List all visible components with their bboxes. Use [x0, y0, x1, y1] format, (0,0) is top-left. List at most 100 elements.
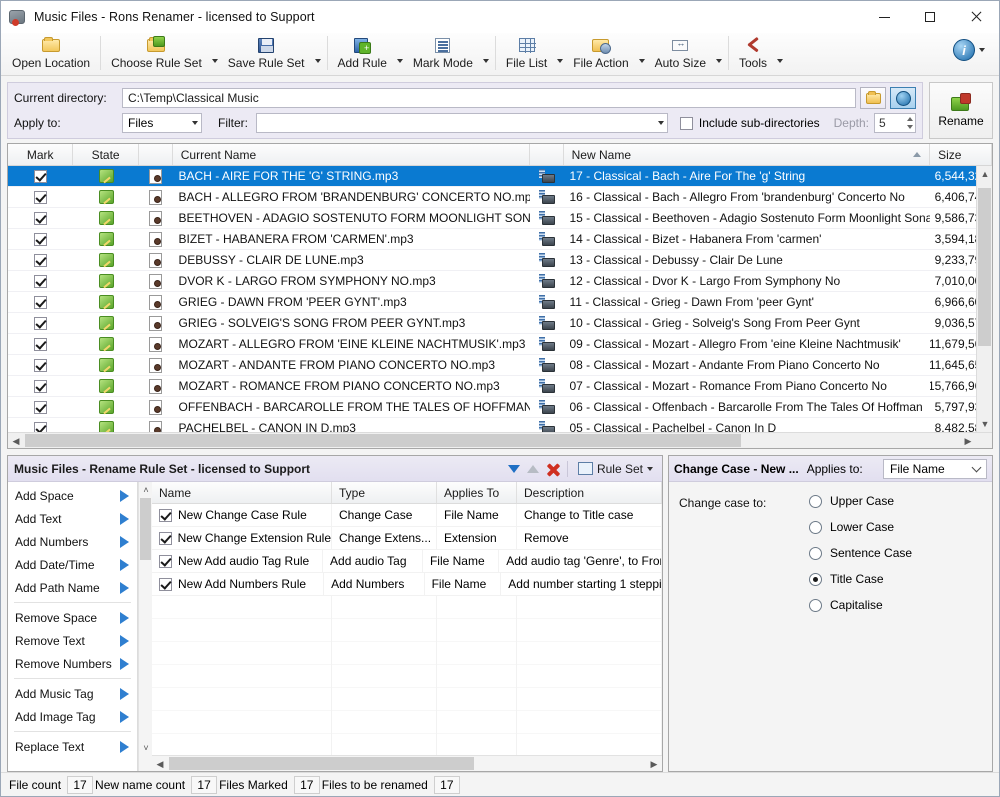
- stepper-up-icon[interactable]: [907, 117, 913, 121]
- rule-action-item[interactable]: Add Path Name: [8, 576, 137, 599]
- column-header-size[interactable]: Size: [930, 144, 992, 165]
- close-button[interactable]: [953, 1, 999, 33]
- mark-mode-dropdown[interactable]: [480, 33, 492, 75]
- row-mark-checkbox[interactable]: [8, 292, 73, 312]
- row-mark-checkbox[interactable]: [8, 166, 73, 186]
- filter-input[interactable]: [256, 113, 668, 133]
- row-mark-checkbox[interactable]: [8, 271, 73, 291]
- checkbox-box[interactable]: [159, 555, 172, 568]
- expand-arrow-icon[interactable]: [120, 612, 129, 624]
- table-row[interactable]: DEBUSSY - CLAIR DE LUNE.mp313 - Classica…: [8, 250, 992, 270]
- row-mark-checkbox[interactable]: [8, 397, 73, 417]
- vertical-scroll-thumb[interactable]: [978, 188, 991, 346]
- add-rule-dropdown[interactable]: [394, 33, 406, 75]
- rules-horizontal-scrollbar[interactable]: ◀ ▶: [152, 755, 662, 771]
- rules-column-type[interactable]: Type: [332, 482, 437, 503]
- change-case-option[interactable]: Upper Case: [809, 494, 912, 508]
- expand-arrow-icon[interactable]: [120, 711, 129, 723]
- save-rule-set-button[interactable]: Save Rule Set: [221, 33, 312, 75]
- file-list-button[interactable]: File List: [499, 33, 554, 75]
- table-row[interactable]: GRIEG - DAWN FROM 'PEER GYNT'.mp311 - Cl…: [8, 292, 992, 312]
- rule-action-item[interactable]: Add Text: [8, 507, 137, 530]
- auto-size-button[interactable]: Auto Size: [648, 33, 713, 75]
- radio-button[interactable]: [809, 495, 822, 508]
- add-rule-button[interactable]: + Add Rule: [331, 33, 394, 75]
- horizontal-scroll-thumb[interactable]: [25, 434, 741, 447]
- choose-rule-set-button[interactable]: Choose Rule Set: [104, 33, 209, 75]
- table-row[interactable]: OFFENBACH - BARCAROLLE FROM THE TALES OF…: [8, 397, 992, 417]
- rule-action-item[interactable]: Replace Text: [8, 735, 137, 758]
- rule-set-button[interactable]: Rule Set: [575, 461, 656, 477]
- rule-action-item[interactable]: Remove Space: [8, 606, 137, 629]
- expand-arrow-icon[interactable]: [120, 741, 129, 753]
- row-mark-checkbox[interactable]: [8, 250, 73, 270]
- action-scroll-thumb[interactable]: [140, 498, 151, 560]
- file-action-button[interactable]: File Action: [566, 33, 635, 75]
- info-button[interactable]: i: [953, 39, 985, 61]
- table-row[interactable]: GRIEG - SOLVEIG'S SONG FROM PEER GYNT.mp…: [8, 313, 992, 333]
- include-subdirectories-checkbox[interactable]: Include sub-directories: [680, 116, 820, 130]
- table-row[interactable]: MOZART - ALLEGRO FROM 'EINE KLEINE NACHT…: [8, 334, 992, 354]
- scroll-down-icon[interactable]: ▼: [977, 416, 993, 432]
- radio-button[interactable]: [809, 573, 822, 586]
- stepper-down-icon[interactable]: [907, 125, 913, 129]
- rule-action-item[interactable]: Add Image Tag: [8, 705, 137, 728]
- column-header-current-name[interactable]: Current Name: [173, 144, 530, 165]
- change-case-option[interactable]: Capitalise: [809, 598, 912, 612]
- rule-action-item[interactable]: Add Numbers: [8, 530, 137, 553]
- scroll-up-icon[interactable]: ˄: [139, 482, 153, 497]
- change-case-option[interactable]: Lower Case: [809, 520, 912, 534]
- scroll-up-icon[interactable]: ▲: [977, 166, 993, 182]
- column-header-state[interactable]: State: [73, 144, 138, 165]
- current-directory-input[interactable]: C:\Temp\Classical Music: [122, 88, 856, 108]
- table-row[interactable]: BEETHOVEN - ADAGIO SOSTENUTO FORM MOONLI…: [8, 208, 992, 228]
- file-list-horizontal-scrollbar[interactable]: ◀ ▶: [8, 432, 992, 448]
- checkbox-box[interactable]: [159, 509, 172, 522]
- row-mark-checkbox[interactable]: [8, 376, 73, 396]
- expand-arrow-icon[interactable]: [120, 688, 129, 700]
- rules-hscroll-thumb[interactable]: [169, 757, 474, 770]
- table-row[interactable]: MOZART - ROMANCE FROM PIANO CONCERTO NO.…: [8, 376, 992, 396]
- radio-button[interactable]: [809, 599, 822, 612]
- radio-button[interactable]: [809, 521, 822, 534]
- table-row[interactable]: BIZET - HABANERA FROM 'CARMEN'.mp314 - C…: [8, 229, 992, 249]
- row-mark-checkbox[interactable]: [8, 208, 73, 228]
- table-row[interactable]: MOZART - ANDANTE FROM PIANO CONCERTO NO.…: [8, 355, 992, 375]
- expand-arrow-icon[interactable]: [120, 559, 129, 571]
- row-mark-checkbox[interactable]: [8, 334, 73, 354]
- rule-row[interactable]: New Add Numbers RuleAdd NumbersFile Name…: [152, 573, 662, 596]
- tools-button[interactable]: Tools: [732, 33, 774, 75]
- expand-arrow-icon[interactable]: [120, 536, 129, 548]
- table-row[interactable]: DVOR K - LARGO FROM SYMPHONY NO.mp312 - …: [8, 271, 992, 291]
- scroll-down-icon[interactable]: ˅: [139, 740, 153, 755]
- rule-name-cell[interactable]: New Add Numbers Rule: [152, 573, 324, 596]
- row-mark-checkbox[interactable]: [8, 355, 73, 375]
- depth-stepper[interactable]: 5: [874, 113, 916, 133]
- column-header-type-icon[interactable]: [139, 144, 173, 165]
- expand-arrow-icon[interactable]: [120, 490, 129, 502]
- scroll-right-icon[interactable]: ▶: [646, 756, 662, 772]
- minimize-button[interactable]: [861, 1, 907, 33]
- radio-button[interactable]: [809, 547, 822, 560]
- expand-arrow-icon[interactable]: [120, 635, 129, 647]
- mark-mode-button[interactable]: Mark Mode: [406, 33, 480, 75]
- rule-action-item[interactable]: Remove Numbers: [8, 652, 137, 675]
- column-header-new-name[interactable]: New Name: [564, 144, 931, 165]
- row-mark-checkbox[interactable]: [8, 229, 73, 249]
- rule-row[interactable]: New Change Extension RuleChange Extens..…: [152, 527, 662, 550]
- change-case-option[interactable]: Title Case: [809, 572, 912, 586]
- file-list-vertical-scrollbar[interactable]: ▲ ▼: [976, 166, 992, 432]
- rule-row[interactable]: New Change Case RuleChange CaseFile Name…: [152, 504, 662, 527]
- row-mark-checkbox[interactable]: [8, 187, 73, 207]
- open-location-button[interactable]: Open Location: [5, 33, 97, 75]
- apply-to-select[interactable]: Files: [122, 113, 202, 133]
- table-row[interactable]: BACH - AIRE FOR THE 'G' STRING.mp317 - C…: [8, 166, 992, 186]
- rule-action-item[interactable]: Add Music Tag: [8, 682, 137, 705]
- checkbox-box[interactable]: [159, 532, 172, 545]
- column-header-mark[interactable]: Mark: [8, 144, 73, 165]
- rules-column-description[interactable]: Description: [517, 482, 662, 503]
- rule-name-cell[interactable]: New Change Case Rule: [152, 504, 332, 527]
- tools-dropdown[interactable]: [774, 33, 786, 75]
- column-header-new-type-icon[interactable]: [530, 144, 564, 165]
- rule-name-cell[interactable]: New Change Extension Rule: [152, 527, 332, 550]
